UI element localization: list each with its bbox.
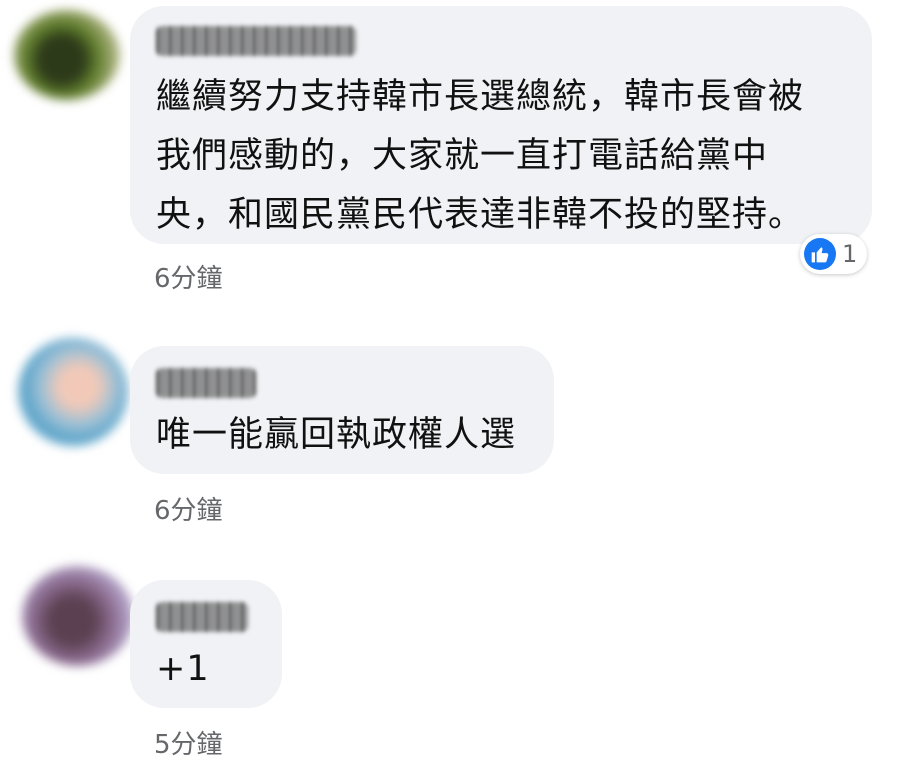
comment-timestamp[interactable]: 6分鐘 [154, 490, 223, 527]
comment-timestamp[interactable]: 6分鐘 [154, 258, 223, 295]
comment-text: +1 [156, 649, 210, 689]
comment-bubble: 繼續努力支持韓市長選總統，韓市長會被 我們感動的，大家就一直打電話給黨中 央，和… [130, 6, 872, 244]
comment-text: 繼續努力支持韓市長選總統，韓市長會被 我們感動的，大家就一直打電話給黨中 央，和… [156, 77, 805, 235]
reaction-count: 1 [842, 240, 858, 268]
thumbs-up-icon [804, 238, 836, 270]
avatar[interactable] [14, 10, 120, 100]
avatar[interactable] [22, 566, 134, 666]
reaction-badge[interactable]: 1 [800, 234, 868, 274]
avatar[interactable] [18, 338, 128, 446]
comment-bubble: 唯一能贏回執政權人選 [130, 346, 554, 474]
author-name[interactable] [156, 26, 356, 56]
comment-bubble: +1 [130, 580, 282, 708]
comment-timestamp[interactable]: 5分鐘 [154, 724, 223, 761]
author-name[interactable] [156, 602, 248, 632]
comment-text: 唯一能贏回執政權人選 [156, 415, 517, 455]
author-name[interactable] [156, 368, 256, 398]
